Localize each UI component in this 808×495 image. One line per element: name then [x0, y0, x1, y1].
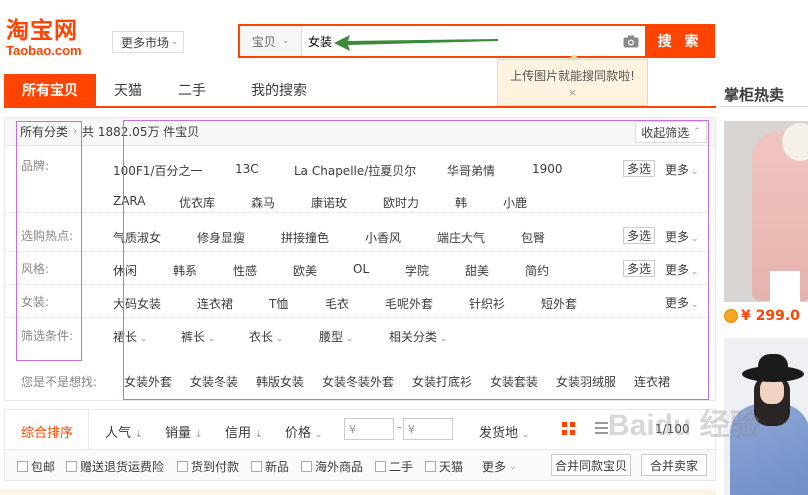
chevron-down-icon: ⌄: [171, 37, 179, 47]
option-label: 包邮: [31, 460, 56, 474]
option-second-hand[interactable]: 二手: [375, 458, 413, 475]
price-min-input[interactable]: ¥: [344, 418, 394, 440]
grid-view-icon[interactable]: [562, 422, 575, 435]
option-label: 赠送退货运费险: [80, 460, 165, 474]
tab-my-search[interactable]: 我的搜索: [224, 74, 334, 106]
checkbox[interactable]: [177, 461, 188, 472]
tab-second-hand[interactable]: 二手: [160, 74, 224, 106]
hot-sale-title: 掌柜热卖: [724, 86, 785, 104]
checkbox[interactable]: [17, 461, 28, 472]
price-max-input[interactable]: ¥: [403, 418, 453, 440]
sort-label: 价格: [285, 426, 312, 441]
camera-icon[interactable]: [617, 26, 645, 56]
options-more-button[interactable]: 更多 ⌄: [482, 458, 517, 475]
hat-brim: [742, 366, 804, 382]
option-label: 天猫: [439, 460, 464, 474]
chevron-down-icon: ⌄: [522, 430, 530, 440]
sort-label: 人气: [105, 426, 132, 441]
tab-tmall[interactable]: 天猫: [96, 74, 160, 106]
ship-from-label: 发货地: [479, 426, 519, 441]
search-scope-select[interactable]: 宝贝 ⌄: [240, 26, 302, 56]
sort-popularity[interactable]: 人气 ↓: [105, 422, 143, 441]
sort-sales[interactable]: 销量 ↓: [165, 422, 203, 441]
sort-label: 销量: [165, 426, 192, 441]
option-free-shipping[interactable]: 包邮: [17, 458, 55, 475]
logo-english: Taobao.com: [6, 43, 82, 58]
arrow-down-icon: ↓: [135, 430, 143, 440]
option-label: 新品: [265, 460, 290, 474]
more-markets-dropdown[interactable]: 更多市场 ⌄: [112, 31, 184, 53]
arrow-down-icon: ↓: [195, 430, 203, 440]
checkbox[interactable]: [66, 461, 77, 472]
checkbox[interactable]: [425, 461, 436, 472]
search-tabs: 所有宝贝 天猫 二手 我的搜索: [4, 74, 716, 108]
list-view-icon[interactable]: [595, 422, 608, 434]
option-label: 货到付款: [191, 460, 240, 474]
checkbox[interactable]: [251, 461, 262, 472]
sort-price[interactable]: 价格 ⌄: [285, 422, 323, 441]
sort-label: 信用: [225, 426, 252, 441]
ship-from-dropdown[interactable]: 发货地 ⌄: [479, 422, 530, 441]
option-label: 海外商品: [315, 460, 364, 474]
bottom-strip: [0, 489, 716, 495]
chevron-down-icon: ⌄: [509, 461, 517, 472]
chevron-down-icon: ⌄: [281, 36, 290, 46]
annotation-arrow: [334, 35, 498, 51]
more-markets-label: 更多市场: [121, 35, 170, 50]
checkbox[interactable]: [375, 461, 386, 472]
related-searches-label: 您是不是想找:: [21, 375, 98, 389]
logo-chinese: 淘宝网: [6, 18, 78, 44]
search-button[interactable]: 搜 索: [645, 24, 715, 58]
option-cash-on-delivery[interactable]: 货到付款: [177, 458, 239, 475]
tab-all-items[interactable]: 所有宝贝: [4, 74, 96, 106]
annotation-box-options: [123, 120, 709, 400]
hot-sale-product-image[interactable]: [724, 121, 808, 302]
option-overseas[interactable]: 海外商品: [301, 458, 363, 475]
product-price-row: ¥ 299.0: [724, 303, 808, 329]
checkbox[interactable]: [301, 461, 312, 472]
option-new-items[interactable]: 新品: [251, 458, 289, 475]
sort-credit[interactable]: 信用 ↓: [225, 422, 263, 441]
sort-default[interactable]: 综合排序: [21, 422, 73, 441]
taobao-logo[interactable]: 淘宝网 Taobao.com: [6, 18, 102, 58]
arrow-down-icon: ↓: [255, 430, 263, 440]
option-return-insurance[interactable]: 赠送退货运费险: [66, 458, 164, 475]
more-label: 更多: [482, 460, 507, 474]
chevron-down-icon: ⌄: [315, 430, 323, 440]
option-label: 二手: [389, 460, 414, 474]
product-price: ¥ 299.0: [741, 308, 800, 324]
search-scope-label: 宝贝: [251, 34, 276, 49]
price-separator: -: [397, 420, 402, 435]
legs: [770, 271, 800, 302]
annotation-box-labels: [16, 121, 82, 361]
baidu-watermark: Baidu 经验: [608, 409, 760, 442]
divider: [720, 106, 808, 107]
medal-icon: [724, 309, 738, 323]
option-tmall[interactable]: 天猫: [425, 458, 463, 475]
